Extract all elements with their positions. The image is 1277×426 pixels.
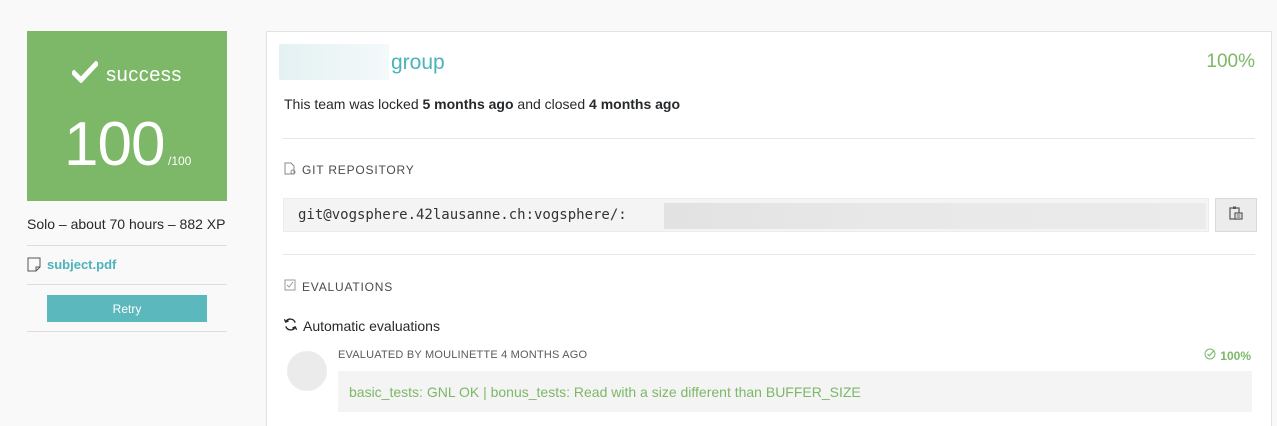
- status: success: [27, 60, 227, 89]
- retry-row: Retry: [27, 285, 227, 332]
- lock-middle: and closed: [513, 96, 590, 112]
- checkmark-icon: [70, 60, 100, 89]
- retry-button[interactable]: Retry: [47, 295, 207, 322]
- score-value: 100: [64, 110, 165, 179]
- copy-button[interactable]: [1215, 198, 1257, 232]
- status-label: success: [106, 64, 182, 86]
- lock-prefix: This team was locked: [284, 96, 423, 112]
- lock-status: This team was locked 5 months ago and cl…: [284, 96, 680, 112]
- refresh-icon: [283, 317, 303, 335]
- evaluation-percentage: 100%: [1204, 348, 1251, 363]
- team-header: group 100%: [279, 44, 1255, 80]
- git-section-title: GIT REPOSITORY: [284, 162, 415, 178]
- divider: [283, 254, 1255, 255]
- team-panel: group 100% This team was locked 5 months…: [266, 31, 1272, 426]
- clipboard-icon: [1228, 205, 1244, 226]
- evaluation-output: basic_tests: GNL OK | bonus_tests: Read …: [338, 371, 1252, 412]
- git-section-label: GIT REPOSITORY: [302, 163, 415, 177]
- evaluations-section-title: EVALUATIONS: [284, 279, 393, 294]
- automatic-evaluations-label: Automatic evaluations: [303, 318, 440, 334]
- git-url-text: git@vogsphere.42lausanne.ch:vogsphere/:: [298, 207, 627, 223]
- team-name[interactable]: group: [391, 51, 445, 75]
- evaluations-check-icon: [284, 279, 302, 294]
- project-summary: success 100 /100 Solo – about 70 hours –…: [27, 31, 227, 332]
- divider: [283, 138, 1255, 139]
- document-icon: [27, 257, 41, 272]
- score-box: success 100 /100: [27, 31, 227, 201]
- avatar: [287, 351, 327, 391]
- git-file-icon: [284, 162, 302, 178]
- team-name-redacted: [279, 44, 389, 80]
- evaluation-percentage-value: 100%: [1220, 348, 1251, 363]
- automatic-evaluations: Automatic evaluations: [283, 317, 440, 335]
- closed-ago: 4 months ago: [589, 96, 681, 112]
- team-percentage: 100%: [1206, 51, 1255, 72]
- score-max: /100: [168, 154, 192, 168]
- evaluated-by: EVALUATED BY MOULINETTE 4 MONTHS AGO: [338, 349, 588, 361]
- git-url-field[interactable]: git@vogsphere.42lausanne.ch:vogsphere/:: [283, 198, 1209, 232]
- git-url-redacted: [664, 203, 1206, 229]
- project-meta: Solo – about 70 hours – 882 XP: [27, 213, 227, 246]
- subject-row: subject.pdf: [27, 246, 227, 285]
- locked-ago: 5 months ago: [422, 96, 514, 112]
- subject-link[interactable]: subject.pdf: [47, 257, 116, 272]
- check-circle-icon: [1204, 348, 1220, 363]
- evaluations-section-label: EVALUATIONS: [302, 279, 394, 294]
